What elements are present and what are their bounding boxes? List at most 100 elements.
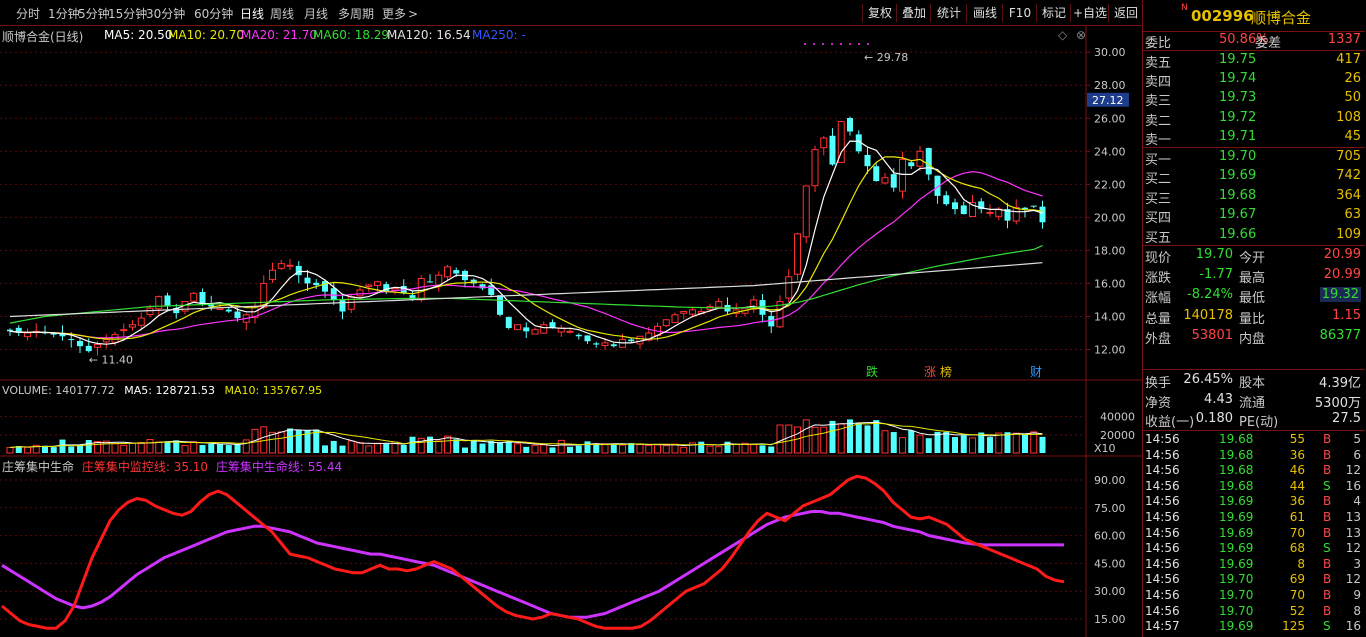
period-tab-1[interactable]: 1分钟: [48, 5, 80, 22]
period-tab-3[interactable]: 15分钟: [108, 5, 147, 22]
candle: [811, 145, 819, 192]
toolbar-button-3[interactable]: 画线: [966, 4, 1003, 22]
period-tab-2[interactable]: 5分钟: [78, 5, 110, 22]
ask-row[interactable]: 卖五 19.75 417: [1143, 51, 1365, 71]
candle: [662, 319, 670, 328]
toolbar-button-6[interactable]: +自选: [1070, 4, 1109, 22]
volume-bar: [1039, 436, 1046, 453]
period-tab-0[interactable]: 分时: [16, 5, 40, 22]
toolbar-button-4[interactable]: F10: [1002, 4, 1037, 22]
volume-bar: [952, 437, 958, 453]
volume-bar: [873, 420, 880, 453]
volume-bar: [339, 445, 346, 453]
volume-bar: [847, 419, 853, 453]
ma5-line: [9, 140, 1043, 345]
volume-bar: [575, 445, 582, 453]
trade-side: S: [1323, 619, 1331, 634]
trade-time: 14:56: [1145, 525, 1180, 540]
ma60-line: [9, 245, 1043, 324]
period-tab-4[interactable]: 30分钟: [146, 5, 185, 22]
volume-bar: [199, 445, 206, 453]
new-stock-flag: N: [1181, 3, 1188, 13]
trade-volume: 61: [1289, 510, 1305, 524]
book-volume: 108: [1336, 109, 1361, 125]
candle: [847, 116, 853, 136]
bid-row[interactable]: 买五 19.66 109: [1143, 226, 1365, 246]
candle: [943, 191, 950, 206]
volume-chart[interactable]: 40000 20000X10: [0, 381, 1142, 457]
volume-bar: [645, 445, 653, 454]
toolbar-button-0[interactable]: 复权: [862, 4, 897, 22]
book-volume: 364: [1336, 187, 1361, 203]
trade-time: 14:56: [1145, 588, 1180, 602]
stat-row: 总量 140178 量比 1.15: [1145, 307, 1361, 327]
period-tab-9[interactable]: 多周期: [338, 5, 374, 22]
candlestick-chart[interactable]: 30.00 28.00 26.00 24.00 22.00 20.00 18.00 16.00…: [0, 26, 1142, 381]
period-tab-5[interactable]: 60分钟: [194, 5, 233, 22]
ask-row[interactable]: 卖二 19.72 108: [1143, 109, 1365, 129]
candle: [671, 312, 679, 324]
price-tick-label: 26.00: [1094, 112, 1126, 125]
event-marker[interactable]: 跌: [866, 364, 878, 379]
candle: [242, 313, 250, 331]
stat-value: -8.24%: [1187, 287, 1233, 303]
trade-count: 3: [1353, 556, 1361, 571]
bid-row[interactable]: 买四 19.67 63: [1143, 206, 1365, 226]
period-tab-8[interactable]: 月线: [304, 5, 328, 22]
ask-row[interactable]: 卖一 19.71 45: [1143, 128, 1365, 148]
trade-side: B: [1323, 572, 1332, 587]
toolbar-button-7[interactable]: 返回: [1108, 4, 1143, 22]
candle: [829, 128, 836, 166]
volume-bar: [462, 447, 468, 453]
stat-value: 140178: [1183, 307, 1233, 323]
stat-row: 涨跌 -1.77 最高 20.99: [1145, 267, 1361, 287]
volume-bar: [969, 437, 976, 454]
candle: [881, 173, 889, 185]
indicator-lifeline: [1, 510, 1064, 619]
bid-row[interactable]: 买一 19.70 705: [1143, 148, 1365, 168]
fund-row: 换手 26.45% 股本 4.39亿: [1145, 372, 1361, 391]
volume-bar: [899, 437, 906, 454]
book-volume: 45: [1344, 128, 1361, 144]
candle: [1039, 200, 1046, 229]
toolbar-button-1[interactable]: 叠加: [896, 4, 931, 22]
ask-row[interactable]: 卖四 19.74 26: [1143, 70, 1365, 90]
trade-volume: 55: [1289, 432, 1305, 446]
candle: [732, 303, 740, 318]
trade-row[interactable]: 14:57 19.69 125 S 16: [1143, 618, 1365, 636]
period-tab-7[interactable]: 周线: [270, 5, 294, 22]
candle: [1030, 205, 1037, 209]
event-marker[interactable]: 涨: [924, 364, 936, 379]
period-tab-6[interactable]: 日线: [240, 5, 264, 22]
trade-volume: 70: [1289, 525, 1305, 540]
volume-bar: [987, 437, 993, 453]
trade-time: 14:56: [1145, 603, 1180, 618]
bid-row[interactable]: 买三 19.68 364: [1143, 187, 1365, 207]
trade-volume: 52: [1289, 603, 1305, 618]
period-tab-10[interactable]: 更多 >: [382, 5, 418, 22]
trade-price: 19.69: [1219, 494, 1254, 509]
book-label: 卖三: [1145, 94, 1172, 110]
volume-bar: [6, 447, 14, 454]
volume-bar: [155, 441, 163, 454]
volume-bar: [277, 431, 285, 454]
candle: [776, 295, 784, 328]
indicator-chart[interactable]: 90.00 75.00 60.00 45.00 30.00 15.00: [0, 457, 1142, 637]
stock-name: 顺博合金: [1251, 9, 1312, 27]
price-tick-label: 14.00: [1094, 310, 1126, 323]
candle: [890, 168, 897, 192]
event-marker[interactable]: 榜: [940, 364, 952, 379]
volume-bar: [549, 447, 556, 453]
toolbar-button-5[interactable]: 标记: [1036, 4, 1071, 22]
fund-value: 26.45%: [1183, 372, 1233, 387]
trade-price: 19.68: [1219, 432, 1254, 446]
chevron-right-icon: >: [408, 7, 419, 21]
candle: [15, 325, 22, 337]
bid-row[interactable]: 买二 19.69 742: [1143, 167, 1365, 187]
trade-volume: 68: [1289, 541, 1305, 556]
toolbar-button-2[interactable]: 统计: [930, 4, 967, 22]
trade-price: 19.69: [1219, 556, 1254, 571]
event-marker[interactable]: 财: [1030, 365, 1042, 379]
volume-bar: [706, 445, 714, 454]
ask-row[interactable]: 卖三 19.73 50: [1143, 89, 1365, 110]
